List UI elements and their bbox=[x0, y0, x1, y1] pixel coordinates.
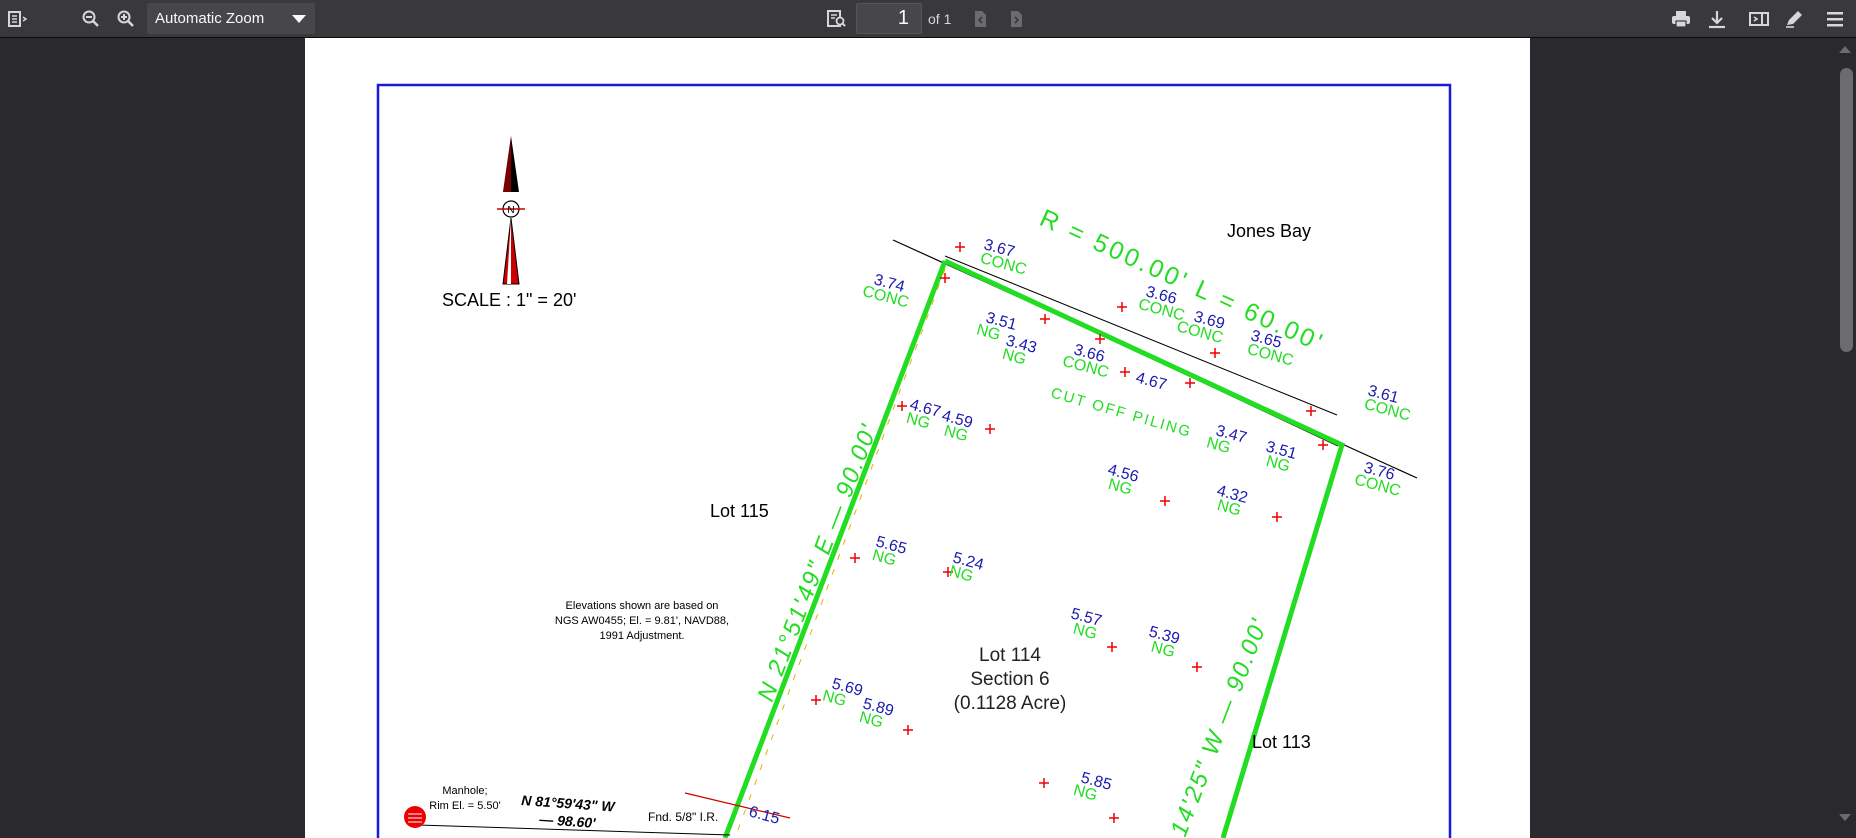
south-distance-label: — 98.60' bbox=[538, 811, 597, 831]
manhole-rim-label: Rim El. = 5.50' bbox=[429, 800, 501, 812]
vertical-scrollbar[interactable] bbox=[1832, 38, 1856, 827]
lot-114-section: Section 6 bbox=[970, 669, 1049, 690]
find-icon[interactable] bbox=[824, 8, 848, 30]
zoom-out-icon[interactable] bbox=[81, 9, 101, 29]
zoom-in-icon[interactable] bbox=[116, 9, 136, 29]
spot-value: 4.67 bbox=[1134, 369, 1169, 394]
cut-off-piling-label: CUT OFF PILING bbox=[1049, 385, 1194, 442]
presentation-mode-icon[interactable] bbox=[1747, 8, 1771, 30]
scroll-down-icon[interactable] bbox=[1839, 814, 1851, 821]
annotation-edit-icon[interactable] bbox=[1782, 8, 1806, 30]
elevation-note-line1: Elevations shown are based on bbox=[566, 600, 719, 612]
north-label: N bbox=[507, 205, 514, 216]
document-viewer: N SCALE : 1" = 20' R = 500.00' L = 60.00… bbox=[0, 38, 1856, 838]
manhole-label: Manhole; bbox=[442, 785, 487, 797]
spot-value: 6.15 bbox=[747, 803, 782, 828]
jones-bay-label: Jones Bay bbox=[1227, 221, 1311, 241]
lot-115-label: Lot 115 bbox=[710, 501, 769, 521]
chevron-down-icon bbox=[292, 15, 306, 23]
page-count-label: of 1 bbox=[928, 11, 952, 27]
south-bearing-label: N 81°59'43" W bbox=[521, 792, 617, 815]
previous-page-icon[interactable] bbox=[971, 9, 989, 29]
elevation-note-line3: 1991 Adjustment. bbox=[599, 630, 684, 642]
next-page-icon[interactable] bbox=[1007, 9, 1025, 29]
page-number-input[interactable]: 1 bbox=[856, 3, 922, 34]
sidebar-toggle-icon[interactable] bbox=[6, 8, 30, 30]
iron-rod-label: Fnd. 5/8" I.R. bbox=[648, 810, 718, 824]
elevation-note-line2: NGS AW0455; El. = 9.81', NAVD88, bbox=[555, 615, 729, 627]
manhole-symbol bbox=[404, 806, 426, 828]
pdf-page: N SCALE : 1" = 20' R = 500.00' L = 60.00… bbox=[305, 38, 1530, 838]
scrollbar-thumb[interactable] bbox=[1840, 68, 1853, 352]
lot-114-label: Lot 114 bbox=[979, 645, 1041, 666]
print-icon[interactable] bbox=[1669, 8, 1693, 30]
tools-menu-icon[interactable] bbox=[1823, 8, 1847, 30]
zoom-select-value: Automatic Zoom bbox=[155, 10, 265, 27]
lot-114-area: (0.1128 Acre) bbox=[954, 693, 1067, 714]
lot-113-label: Lot 113 bbox=[1252, 732, 1311, 752]
zoom-select[interactable]: Automatic Zoom bbox=[147, 3, 315, 34]
download-icon[interactable] bbox=[1705, 8, 1729, 30]
scale-label: SCALE : 1" = 20' bbox=[442, 290, 576, 310]
toolbar: Automatic Zoom 1 of 1 bbox=[0, 0, 1856, 38]
elevation-marks bbox=[811, 242, 1328, 823]
scroll-up-icon[interactable] bbox=[1839, 46, 1851, 53]
west-bearing-label: N 21°51'49" E — 90.00' bbox=[752, 420, 883, 705]
